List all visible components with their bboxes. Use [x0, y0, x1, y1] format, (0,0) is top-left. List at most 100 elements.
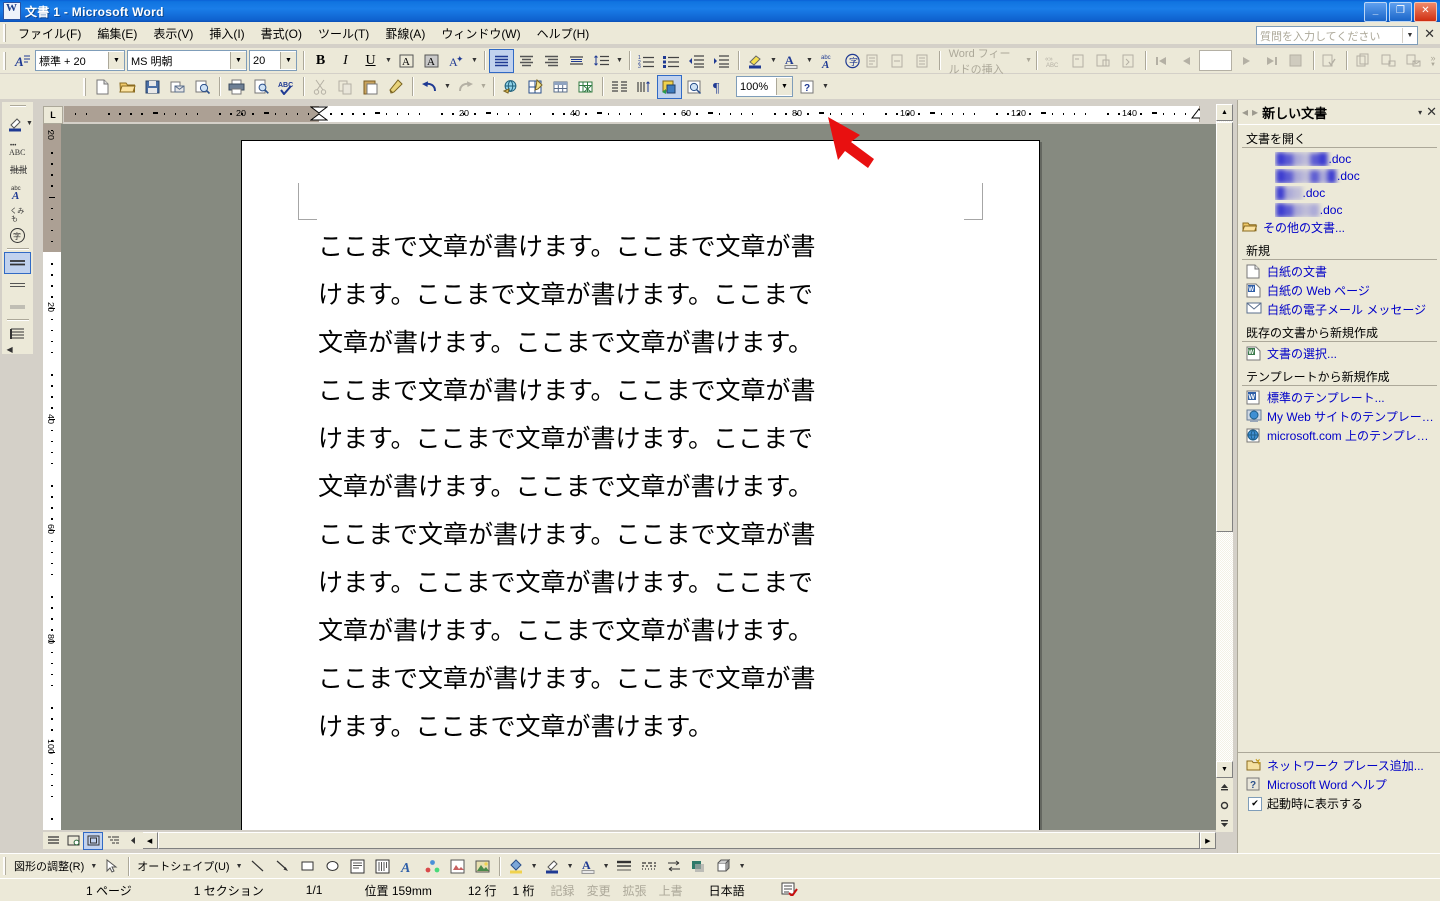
- horizontal-scroll-thumb[interactable]: [157, 832, 1200, 849]
- spelling-button[interactable]: ABC: [274, 75, 299, 99]
- formatting-toolbar-grip[interactable]: [3, 51, 7, 70]
- menu-tools[interactable]: ツール(T): [310, 23, 377, 44]
- line-color-dropdown-icon[interactable]: ▼: [565, 855, 576, 877]
- last-record-button[interactable]: [1259, 49, 1284, 73]
- document-body-text[interactable]: ここまで文章が書けます。ここまで文章が書 けます。ここまで文章が書けます。ここまで…: [318, 223, 938, 751]
- fill-color-dropdown-icon[interactable]: ▼: [529, 855, 540, 877]
- email-button[interactable]: [165, 75, 190, 99]
- left-toolbar-grip[interactable]: [9, 104, 26, 108]
- word-help-item[interactable]: ? Microsoft Word ヘルプ: [1238, 775, 1440, 794]
- grow-font-button[interactable]: A: [394, 49, 419, 73]
- mailmerge-recipients-button[interactable]: [910, 49, 935, 73]
- abc-a-icon[interactable]: abc A: [4, 181, 31, 203]
- recent-doc-2[interactable]: █▓▒░▓▒█.doc: [1238, 167, 1440, 184]
- zoom-dropdown-icon[interactable]: ▼: [776, 78, 792, 95]
- redo-dropdown-icon[interactable]: ▼: [478, 76, 489, 98]
- diagram-icon[interactable]: [420, 854, 445, 878]
- shadow-style-icon[interactable]: [687, 854, 712, 878]
- menu-edit[interactable]: 編集(E): [89, 23, 145, 44]
- menu-window[interactable]: ウィンドウ(W): [433, 23, 528, 44]
- vertical-ruler[interactable]: 20 20 40 60 80 100: [43, 124, 61, 830]
- merge-to-printer-button[interactable]: [1376, 49, 1401, 73]
- scroll-right-button[interactable]: ▶: [1199, 832, 1216, 849]
- print-button[interactable]: [224, 75, 249, 99]
- outline-view-button[interactable]: [103, 832, 123, 850]
- menu-grip[interactable]: [3, 24, 7, 42]
- restore-button[interactable]: ❐: [1389, 2, 1412, 22]
- browse-next-button[interactable]: [1216, 815, 1233, 832]
- align-center-button[interactable]: [514, 49, 539, 73]
- record-number-field[interactable]: [1199, 50, 1232, 71]
- line-style-medium-icon[interactable]: [4, 274, 31, 296]
- browse-previous-button[interactable]: [1216, 779, 1233, 796]
- highlight-pen-dropdown-icon[interactable]: ▼: [26, 120, 33, 127]
- styles-and-formatting-icon[interactable]: A: [10, 49, 35, 73]
- search-button[interactable]: [190, 75, 215, 99]
- line-style-thin-icon[interactable]: [4, 296, 31, 318]
- menu-file[interactable]: ファイル(F): [10, 23, 89, 44]
- phonetic-guide-icon[interactable]: ••• ABC: [4, 137, 31, 159]
- bullets-button[interactable]: [659, 49, 684, 73]
- redo-button[interactable]: [453, 75, 478, 99]
- vertical-text-box-icon[interactable]: [370, 854, 395, 878]
- show-hide-marks-button[interactable]: ¶: [707, 75, 732, 99]
- line-color-icon[interactable]: [540, 854, 565, 878]
- task-pane-forward-icon[interactable]: ▸: [1252, 105, 1258, 119]
- more-documents-item[interactable]: その他の文書...: [1238, 218, 1440, 237]
- insert-word-field-button[interactable]: Word フィールドの挿入: [944, 48, 1025, 76]
- autoshapes-dropdown-icon[interactable]: ▼: [234, 855, 245, 877]
- status-trk[interactable]: 変更: [581, 882, 617, 899]
- style-combo[interactable]: 標準 + 20 ▼: [35, 50, 125, 71]
- drawing-button[interactable]: [657, 74, 682, 99]
- left-indent-marker[interactable]: [310, 106, 328, 122]
- line-spacing-button[interactable]: [589, 49, 614, 73]
- highlight-pen-icon[interactable]: [2, 110, 29, 137]
- find-entry-button[interactable]: [1284, 49, 1309, 73]
- scroll-down-button[interactable]: ▼: [1216, 761, 1233, 778]
- right-indent-marker[interactable]: [1191, 108, 1200, 120]
- strike-through-icon[interactable]: 批批: [4, 159, 31, 181]
- print-preview-button[interactable]: [249, 75, 274, 99]
- phonetic-guide-button[interactable]: abc A: [815, 49, 840, 73]
- insert-word-field-dropdown-icon[interactable]: ▼: [1025, 50, 1032, 72]
- tables-and-borders-button[interactable]: [523, 75, 548, 99]
- my-website-templates-item[interactable]: My Web サイトのテンプレート...: [1238, 407, 1440, 426]
- character-effects-dropdown-icon[interactable]: ▼: [469, 50, 480, 72]
- templates-on-microsoft-item[interactable]: microsoft.com 上のテンプレート: [1238, 426, 1440, 445]
- align-right-button[interactable]: [539, 49, 564, 73]
- task-pane-dropdown-icon[interactable]: ▾: [1418, 108, 1422, 117]
- recent-doc-4[interactable]: █▓▒░▒.doc: [1238, 201, 1440, 218]
- view-merged-data-button[interactable]: «» ABC: [1041, 49, 1066, 73]
- format-painter-button[interactable]: [383, 75, 408, 99]
- insert-table-button[interactable]: [548, 75, 573, 99]
- line-style-thick-icon[interactable]: [4, 252, 31, 274]
- undo-dropdown-icon[interactable]: ▼: [442, 76, 453, 98]
- save-button[interactable]: [140, 75, 165, 99]
- clip-art-icon[interactable]: [445, 854, 470, 878]
- line-icon[interactable]: [245, 854, 270, 878]
- main-document-setup-button[interactable]: [860, 49, 885, 73]
- font-size-combo[interactable]: 20 ▼: [249, 50, 297, 71]
- underline-dropdown-icon[interactable]: ▼: [383, 50, 394, 72]
- rectangle-icon[interactable]: [295, 854, 320, 878]
- menu-insert[interactable]: 挿入(I): [201, 23, 252, 44]
- font-combo[interactable]: MS 明朝 ▼: [127, 50, 247, 71]
- draw-adjust-dropdown-icon[interactable]: ▼: [88, 855, 99, 877]
- cut-button[interactable]: [308, 75, 333, 99]
- standard-toolbar-overflow-icon[interactable]: ▼: [820, 76, 831, 98]
- font-dropdown-icon[interactable]: ▼: [230, 52, 246, 69]
- zoom-combo[interactable]: 100% ▼: [736, 76, 793, 97]
- menu-view[interactable]: 表示(V): [145, 23, 201, 44]
- dash-style-icon[interactable]: [637, 854, 662, 878]
- recent-doc-1[interactable]: █▓▒░▓█.doc: [1238, 150, 1440, 167]
- choose-document-item[interactable]: W 文書の選択...: [1238, 344, 1440, 363]
- ask-question-close-icon[interactable]: ✕: [1424, 27, 1435, 41]
- style-dropdown-icon[interactable]: ▼: [108, 52, 124, 69]
- vertical-scrollbar[interactable]: ▲ ▼: [1216, 104, 1233, 830]
- match-fields-button[interactable]: [1091, 49, 1116, 73]
- highlight-merge-fields-button[interactable]: [1066, 49, 1091, 73]
- status-language[interactable]: 日本語: [703, 882, 751, 899]
- document-canvas[interactable]: ここまで文章が書けます。ここまで文章が書 けます。ここまで文章が書けます。ここまで…: [61, 124, 1216, 830]
- ask-a-question-box[interactable]: 質問を入力してください ▼: [1256, 26, 1418, 45]
- status-ext[interactable]: 拡張: [617, 882, 653, 899]
